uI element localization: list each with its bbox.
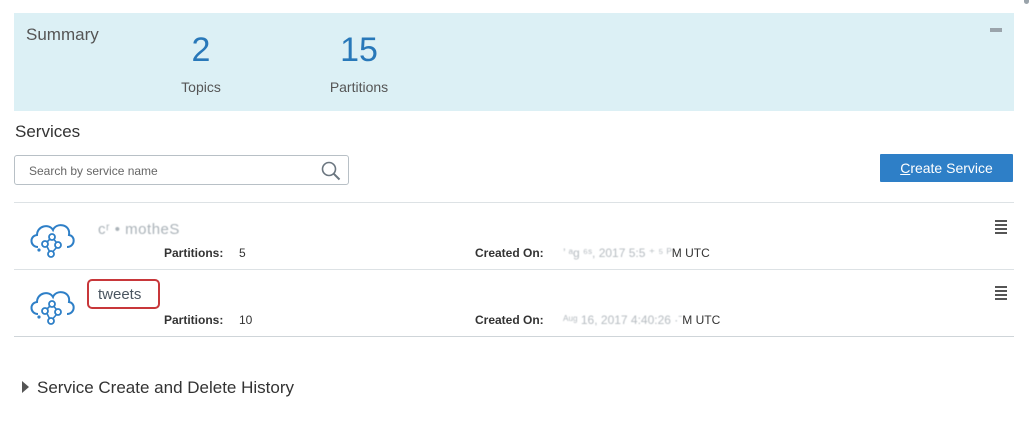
summary-title: Summary (26, 25, 99, 44)
cloud-service-icon (30, 291, 75, 325)
summary-panel: Summary 2 Topics 15 Partitions (14, 13, 1014, 111)
create-button-mnemonic: C (900, 160, 911, 176)
partitions-field-value: 5 (239, 246, 246, 260)
partitions-field-label: Partitions: (164, 313, 224, 327)
search-field[interactable] (14, 155, 349, 185)
created-on-date: ᴬᵘᵍ 16, 2017 4:40:26 ·ˉ (563, 313, 683, 327)
corner-mark (1024, 0, 1029, 4)
service-name[interactable]: tweets (98, 286, 141, 303)
topics-count: 2 (191, 31, 211, 69)
cloud-service-icon (30, 224, 75, 258)
services-heading: Services (15, 122, 81, 141)
search-icon[interactable] (320, 160, 342, 182)
collapse-icon[interactable] (990, 28, 1002, 32)
created-on-label: Created On: (475, 246, 544, 260)
search-input[interactable] (29, 162, 319, 180)
topics-stat: 2 Topics (174, 31, 228, 95)
list-bottom-divider (14, 336, 1014, 337)
service-row[interactable]: tweets Partitions: 10 Created On: ᴬᵘᵍ 16… (14, 270, 1014, 336)
history-toggle[interactable]: Service Create and Delete History (22, 378, 294, 398)
row-menu-icon[interactable] (995, 220, 1007, 234)
created-on-value: ’ ᵃg ⁶ˢ, 2017 5:5 ⁺ ⁵ ᴾM UTC (563, 246, 710, 260)
created-on-value: ᴬᵘᵍ 16, 2017 4:40:26 ·ˉM UTC (563, 313, 720, 327)
created-on-suffix: M UTC (671, 246, 710, 260)
created-on-label: Created On: (475, 313, 544, 327)
row-menu-icon[interactable] (995, 286, 1007, 300)
service-row[interactable]: cʳ • motheS Partitions: 5 Created On: ’ … (14, 203, 1014, 269)
partitions-stat: 15 Partitions (326, 31, 392, 95)
expand-arrow-icon (22, 381, 29, 393)
partitions-label: Partitions (329, 79, 389, 95)
partitions-count: 15 (340, 31, 378, 69)
partitions-field-value: 10 (239, 313, 253, 327)
created-on-suffix: M UTC (682, 313, 721, 327)
service-name[interactable]: cʳ • motheS (98, 221, 180, 238)
history-label: Service Create and Delete History (37, 378, 295, 397)
create-button-label: reate Service (910, 160, 993, 176)
create-service-button[interactable]: Create Service (880, 154, 1013, 182)
partitions-field-label: Partitions: (164, 246, 224, 260)
created-on-date: ’ ᵃg ⁶ˢ, 2017 5:5 ⁺ ⁵ ᴾ (563, 246, 672, 260)
topics-label: Topics (181, 79, 221, 95)
